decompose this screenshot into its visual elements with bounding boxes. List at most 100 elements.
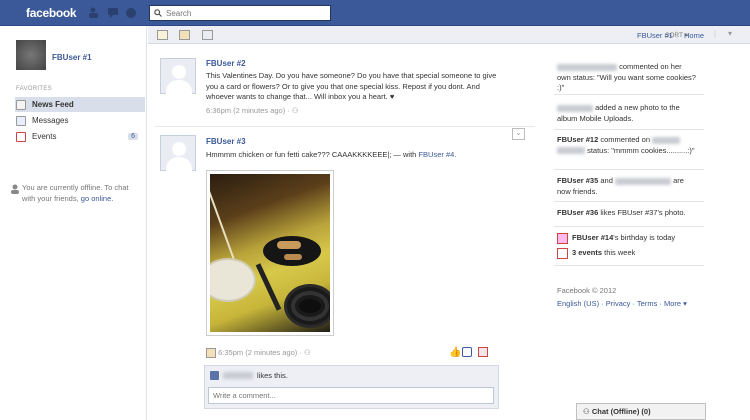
ticker-text: likes FBUser #37's photo. [600,208,686,217]
feed-toolbar: SORT ▾ FBUser #1 | Home | ▾ [148,26,750,44]
post-meta: 6:36pm (2 minutes ago) · ⚇ [206,106,299,115]
footer-link-privacy[interactable]: Privacy [606,299,631,308]
ticker-divider [554,94,704,95]
ticker-divider [554,129,704,130]
notifications-icon[interactable] [125,7,137,18]
photo-type-icon [206,348,216,359]
post-text: Hmmmm chicken or fun fetti cake??? CAAAK… [206,150,506,161]
birthday-user-link[interactable]: FBUser #14 [572,233,613,244]
birthday-reminder[interactable]: FBUser #14's birthday is today [557,233,697,244]
audience-icon: ⚇ [303,348,311,357]
search-icon [154,9,162,17]
offline-notice: You are currently offline. To chat with … [22,182,140,204]
story-divider [155,126,535,127]
profile-picture[interactable] [160,58,196,94]
chat-bar[interactable]: ⚇ Chat (Offline) (0) [576,403,706,420]
search-input[interactable]: Search [149,5,331,21]
question-icon[interactable] [202,30,213,40]
profile-picture[interactable] [160,135,196,171]
ticker-text: commented on [600,135,650,144]
ticker-user: FBUser #36 [557,208,599,217]
events-suffix: this week [604,248,636,258]
left-sidebar: FBUser #1 FAVORITES News Feed Messages E… [0,26,147,420]
messages-jewel-icon[interactable] [107,7,119,18]
go-online-link[interactable]: go online. [81,194,114,203]
birthday-suffix: 's birthday is today [613,233,676,243]
comment-placeholder: Write a comment... [213,391,276,400]
sidebar-item-events[interactable]: Events 6 [16,129,146,144]
events-reminder[interactable]: 3 events this week [557,248,697,259]
profile-nav-link[interactable]: FBUser #1 [637,31,673,40]
post-text: This Valentines Day. Do you have someone… [206,71,497,101]
ticker-name-redacted [614,177,671,185]
search-placeholder: Search [166,8,192,18]
post-timestamp[interactable]: 6:36pm (2 minutes ago) · [206,106,290,115]
post-author[interactable]: FBUser #3 [206,137,246,146]
story-post-1: FBUser #2 This Valentines Day. Do you ha… [160,58,530,123]
liker-name-redacted[interactable] [223,372,253,379]
ticker-name-redacted [557,63,617,71]
avatar[interactable] [16,40,46,70]
ticker-item-4[interactable]: FBUser #35 and are now friends. [557,176,697,197]
ticker-divider [554,169,704,170]
account-menu-icon[interactable]: ▾ [728,29,732,38]
sidebar-item-messages[interactable]: Messages [16,113,146,128]
ticker-text-2: status: "mmmm cookies..........:)" [587,145,695,155]
tagged-user-link[interactable]: FBUser #4. [418,150,456,159]
chat-label: Chat (Offline) (0) [591,407,651,416]
profile-link[interactable]: FBUser #1 [52,53,92,62]
like-thumb-icon [210,371,219,380]
ticker-user: FBUser #12 [557,135,599,144]
status-icon[interactable] [157,30,168,40]
events-icon [16,131,26,142]
post-text-body: Hmmmm chicken or fun fetti cake??? CAAAK… [206,150,419,159]
news-feed-icon [16,99,26,110]
ticker-divider [554,226,704,227]
footer-copyright: Facebook © 2012 [557,286,617,295]
ticker-item-2[interactable]: added a new photo to the album Mobile Up… [557,103,697,124]
footer-link-more[interactable]: More ▾ [664,299,687,308]
sidebar-item-label: News Feed [32,100,74,109]
photo-image [210,174,330,332]
gift-icon [557,233,568,244]
comment-icon[interactable] [462,347,472,357]
home-link[interactable]: Home [684,31,704,40]
post-author[interactable]: FBUser #2 [206,59,246,68]
ticker-text: and [600,176,613,185]
footer-links: English (US) · Privacy · Terms · More ▾ [557,299,687,308]
ticker-user: FBUser #35 [557,176,599,185]
likes-sentence: likes this. [210,371,288,380]
ticker-name-redacted [652,136,681,144]
story-options-button[interactable]: ⌄ [512,128,525,140]
ticker-divider [554,201,704,202]
ticker-item-5[interactable]: FBUser #36 likes FBUser #37's photo. [557,208,697,219]
ticker-item-1[interactable]: commented on her own status: "Will you w… [557,62,697,94]
footer-link-terms[interactable]: Terms [637,299,657,308]
top-bar: facebook Search [0,0,750,26]
events-link[interactable]: 3 events [572,248,602,259]
ticker-item-3[interactable]: FBUser #12 commented on status: "mmmm co… [557,135,697,156]
post-timestamp[interactable]: 6:35pm (2 minutes ago) · [218,348,302,357]
sidebar-item-label: Messages [32,116,69,125]
comment-input[interactable]: Write a comment... [208,387,494,404]
friend-requests-icon[interactable] [88,7,100,18]
likes-suffix: likes this. [257,371,288,380]
events-count-badge: 6 [128,133,138,140]
calendar-icon [557,248,568,259]
chat-offline-icon [10,184,20,196]
share-icon[interactable] [478,347,488,357]
post-photo[interactable] [206,170,334,336]
post-2-meta: 6:35pm (2 minutes ago) · ⚇ [206,348,311,359]
like-icon[interactable]: 👍 [449,347,461,358]
messages-icon [16,115,26,126]
photo-icon[interactable] [179,30,190,40]
ticker-divider [554,265,704,266]
sidebar-item-label: Events [32,132,57,141]
favorites-heading: FAVORITES [16,86,52,92]
sidebar-item-news-feed[interactable]: News Feed [15,97,145,112]
facebook-logo[interactable]: facebook [26,6,77,20]
ticker-name-redacted [557,104,593,112]
nav-divider: | [676,30,679,39]
chat-user-icon: ⚇ [583,407,590,416]
footer-link-language[interactable]: English (US) [557,299,599,308]
